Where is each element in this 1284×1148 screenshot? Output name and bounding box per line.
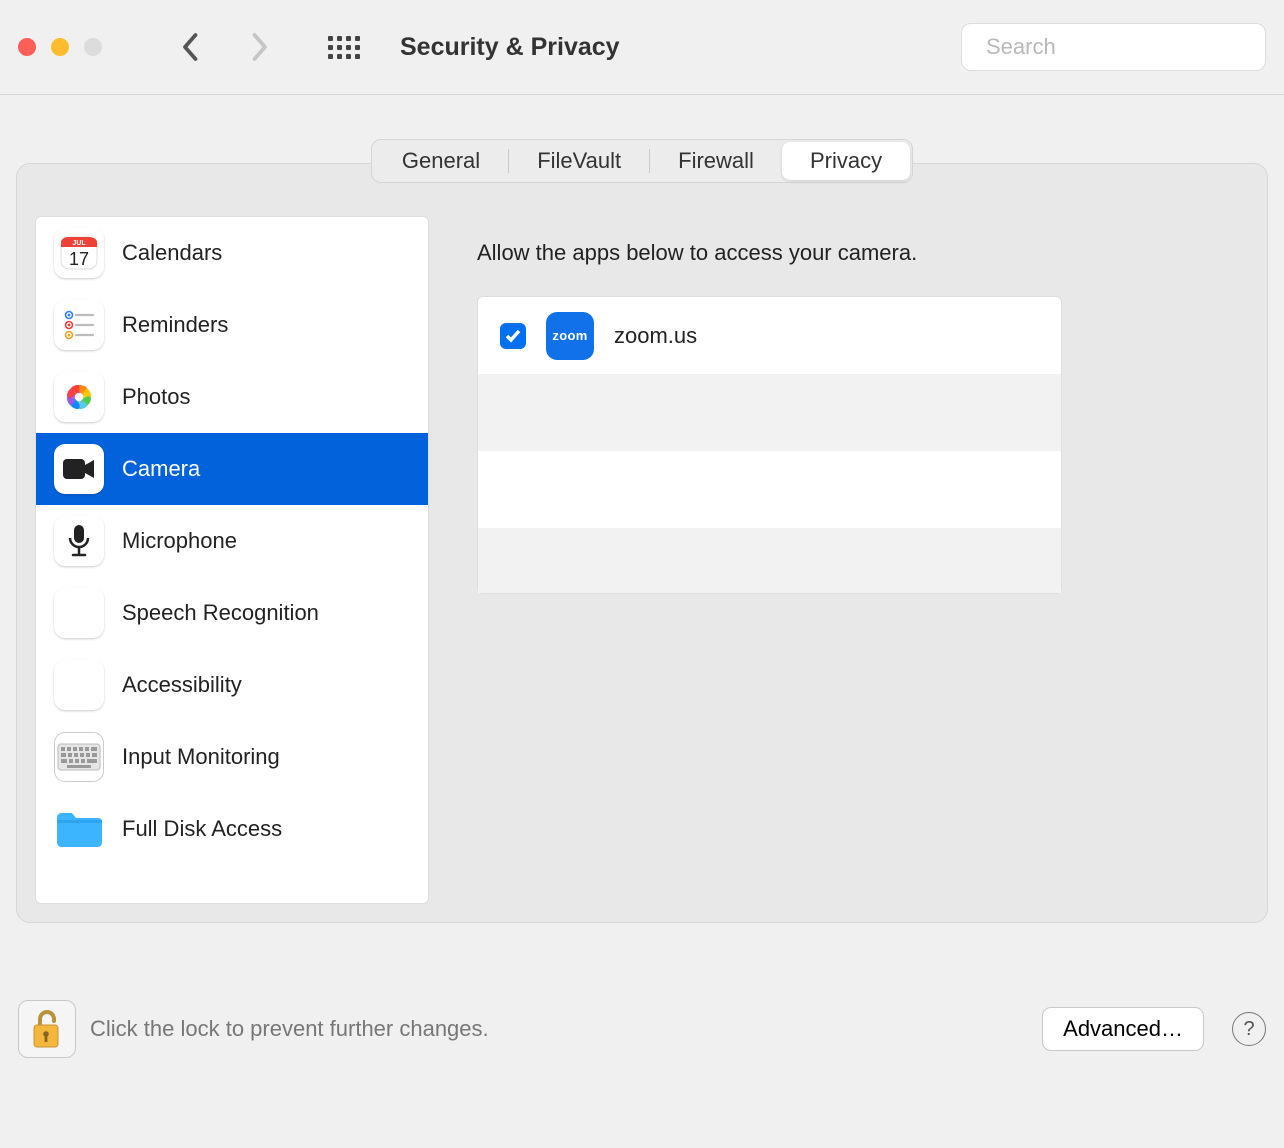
- help-button[interactable]: ?: [1232, 1012, 1266, 1046]
- svg-text:JUL: JUL: [72, 240, 86, 247]
- minimize-window-button[interactable]: [51, 38, 69, 56]
- privacy-sidebar[interactable]: JUL 17 Calendars Re: [35, 216, 429, 904]
- app-row-zoom[interactable]: zoom zoom.us: [478, 297, 1061, 374]
- lock-hint-text: Click the lock to prevent further change…: [90, 1016, 1028, 1042]
- svg-text:17: 17: [69, 249, 89, 269]
- zoom-app-icon: zoom: [546, 312, 594, 360]
- camera-icon: [54, 444, 104, 494]
- sidebar-item-microphone[interactable]: Microphone: [36, 505, 428, 577]
- detail-panel: Allow the apps below to access your came…: [447, 216, 1249, 904]
- tab-privacy[interactable]: Privacy: [782, 142, 910, 180]
- sidebar-item-label: Speech Recognition: [122, 600, 319, 626]
- folder-icon: [54, 804, 104, 854]
- traffic-lights: [18, 38, 102, 56]
- check-icon: [504, 327, 522, 345]
- nav-arrows: [182, 31, 268, 63]
- sidebar-item-label: Accessibility: [122, 672, 242, 698]
- sidebar-item-label: Input Monitoring: [122, 744, 280, 770]
- app-checkbox[interactable]: [500, 323, 526, 349]
- show-all-preferences-button[interactable]: [328, 31, 360, 63]
- accessibility-icon: [54, 660, 104, 710]
- sidebar-item-label: Camera: [122, 456, 200, 482]
- tab-segmented-control: General FileVault Firewall Privacy: [371, 139, 913, 183]
- app-permission-list: zoom zoom.us: [477, 296, 1062, 594]
- app-name-label: zoom.us: [614, 323, 697, 349]
- unlock-icon: [28, 1007, 66, 1051]
- close-window-button[interactable]: [18, 38, 36, 56]
- sidebar-item-accessibility[interactable]: Accessibility: [36, 649, 428, 721]
- advanced-button[interactable]: Advanced…: [1042, 1007, 1204, 1051]
- privacy-panel: JUL 17 Calendars Re: [16, 163, 1268, 923]
- sidebar-item-label: Reminders: [122, 312, 228, 338]
- footer: Click the lock to prevent further change…: [18, 1000, 1266, 1058]
- app-row-empty: [478, 451, 1061, 528]
- sidebar-item-input-monitoring[interactable]: Input Monitoring: [36, 721, 428, 793]
- sidebar-item-label: Microphone: [122, 528, 237, 554]
- sidebar-item-calendars[interactable]: JUL 17 Calendars: [36, 217, 428, 289]
- sidebar-item-label: Calendars: [122, 240, 222, 266]
- sidebar-item-camera[interactable]: Camera: [36, 433, 428, 505]
- back-button[interactable]: [182, 31, 200, 63]
- speech-icon: [54, 588, 104, 638]
- app-row-empty: [478, 528, 1061, 593]
- search-field-wrapper[interactable]: [961, 23, 1266, 71]
- tab-firewall[interactable]: Firewall: [650, 142, 782, 180]
- sidebar-item-reminders[interactable]: Reminders: [36, 289, 428, 361]
- search-input[interactable]: [986, 34, 1274, 60]
- toolbar: Security & Privacy: [0, 0, 1284, 95]
- app-row-empty: [478, 374, 1061, 451]
- tab-filevault[interactable]: FileVault: [509, 142, 649, 180]
- forward-button[interactable]: [250, 31, 268, 63]
- microphone-icon: [54, 516, 104, 566]
- keyboard-icon: [54, 732, 104, 782]
- sidebar-item-photos[interactable]: Photos: [36, 361, 428, 433]
- calendar-icon: JUL 17: [54, 228, 104, 278]
- reminders-icon: [54, 300, 104, 350]
- sidebar-item-label: Full Disk Access: [122, 816, 282, 842]
- detail-heading: Allow the apps below to access your came…: [477, 240, 1233, 266]
- sidebar-item-label: Photos: [122, 384, 191, 410]
- sidebar-item-full-disk-access[interactable]: Full Disk Access: [36, 793, 428, 865]
- lock-button[interactable]: [18, 1000, 76, 1058]
- window-title: Security & Privacy: [400, 33, 951, 62]
- sidebar-item-speech-recognition[interactable]: Speech Recognition: [36, 577, 428, 649]
- maximize-window-button[interactable]: [84, 38, 102, 56]
- photos-icon: [54, 372, 104, 422]
- tab-general[interactable]: General: [374, 142, 508, 180]
